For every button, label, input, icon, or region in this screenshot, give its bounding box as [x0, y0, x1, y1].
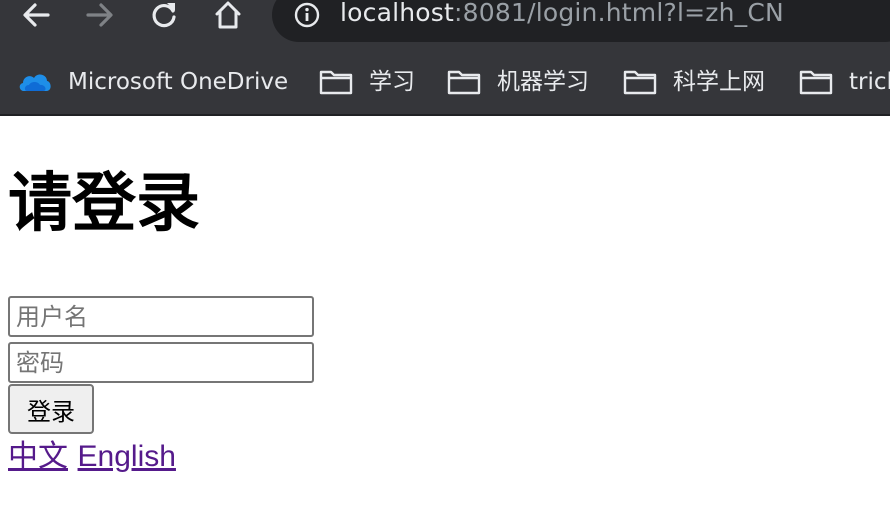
bookmark-label: 机器学习: [497, 69, 589, 95]
folder-icon: [319, 70, 353, 95]
bookmark-label: 学习: [369, 69, 415, 95]
language-switcher: 中文 English: [8, 436, 176, 478]
home-button[interactable]: [208, 0, 248, 30]
url-host: localhost: [340, 0, 455, 27]
address-bar[interactable]: localhost:8081/login.html?l=zh_CN: [272, 0, 890, 42]
folder-icon: [623, 70, 657, 95]
login-button[interactable]: 登录: [8, 384, 94, 434]
page-title: 请登录: [8, 167, 200, 241]
bookmark-onedrive[interactable]: Microsoft OneDrive: [18, 67, 288, 97]
site-info-icon[interactable]: [294, 2, 320, 28]
reload-icon: [152, 3, 176, 28]
password-input[interactable]: [8, 342, 314, 383]
bookmark-folder-ml[interactable]: 机器学习: [447, 67, 589, 97]
home-icon: [215, 1, 241, 29]
lang-link-english[interactable]: English: [78, 440, 176, 473]
back-button[interactable]: [16, 0, 56, 30]
bookmark-label: Microsoft OneDrive: [68, 69, 289, 95]
bookmark-folder-tricks[interactable]: tricl: [799, 67, 890, 97]
onedrive-icon: [19, 74, 51, 91]
username-input[interactable]: [8, 296, 314, 337]
forward-arrow-icon: [86, 3, 113, 27]
reload-button[interactable]: [144, 0, 184, 30]
browser-toolbar: localhost:8081/login.html?l=zh_CN: [0, 0, 890, 50]
page-content: 请登录 登录 中文 English: [0, 116, 890, 508]
bookmarks-bar: Microsoft OneDrive 学习 机器学习 科学上网 tricl: [0, 50, 890, 116]
bookmark-folder-proxy[interactable]: 科学上网: [623, 67, 765, 97]
forward-button[interactable]: [80, 0, 120, 30]
bookmark-folder-study[interactable]: 学习: [319, 67, 415, 97]
bookmark-label: 科学上网: [673, 69, 765, 95]
folder-icon: [447, 70, 481, 95]
url-path: :8081/login.html?l=zh_CN: [454, 0, 784, 27]
lang-link-chinese[interactable]: 中文: [8, 440, 68, 473]
bookmark-label: tricl: [849, 69, 890, 95]
folder-icon: [799, 70, 833, 95]
url-text: localhost:8081/login.html?l=zh_CN: [340, 0, 784, 28]
back-arrow-icon: [23, 3, 50, 27]
